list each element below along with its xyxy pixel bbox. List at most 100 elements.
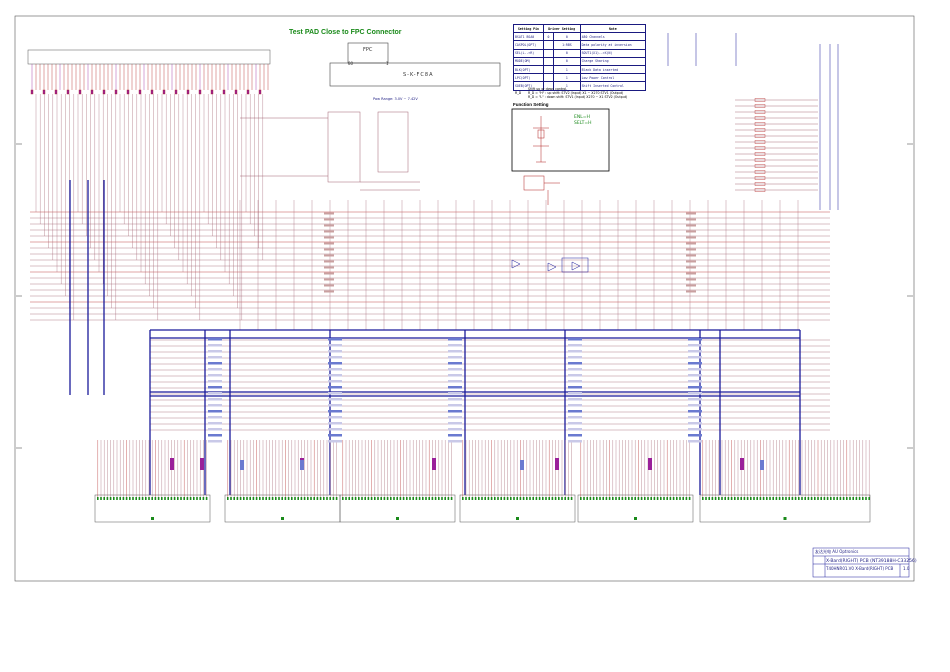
ic-pad [545,497,547,500]
ic-pad [425,497,427,500]
schematic-sheet [14,15,915,582]
net-label-tag [208,362,222,365]
ic-pad [141,497,144,500]
ic-pad [326,497,328,500]
net-label-tag [686,224,696,227]
pin-marker [30,89,34,95]
ic-pad [310,497,312,500]
net-label-tag [448,386,462,389]
ic-pad [205,497,208,500]
ic-pad [259,497,261,500]
violet-marker [170,458,174,470]
ic-pad [804,497,806,500]
ic-pad [471,497,474,500]
net-label-tag [568,374,582,377]
ic-pad [383,497,386,500]
ic-pad [323,497,325,500]
net-label-tag [208,422,222,425]
ic-pad [255,497,258,500]
blue-marker [300,460,304,470]
net-label-tag [688,398,702,401]
pin-marker [54,89,58,95]
ic-pad [281,497,283,500]
ic-pad [468,497,470,500]
ic-pad [332,497,335,500]
pin-marker [138,89,142,95]
net-label-tag [208,368,222,371]
blue-marker [520,460,524,470]
net-label-tag [688,416,702,419]
net-label-tag [328,368,342,371]
ic-pad [177,497,179,500]
ic-pad [868,497,870,500]
pin-marker [198,89,202,95]
net-label-tag [208,398,222,401]
net-label-tag [688,392,702,395]
ic-pad [734,497,736,500]
net-label-tag [568,338,582,341]
net-label-tag [686,212,696,215]
setting-row: BSAT1 BSA0 0 0 480 Channels [513,32,647,42]
setting-value-cell: 1:RBS [553,40,581,50]
ic-pad [364,497,366,500]
ic-pad [833,497,835,500]
setting-table: Setting Pin Driver Setting Note BSAT1 BS… [513,23,647,91]
ic-pad [487,497,490,500]
net-label-tag [208,350,222,353]
net-label-tag [208,356,222,359]
net-label-tag [448,440,462,443]
ic-pad [287,497,290,500]
pin-marker [114,89,118,95]
ic-pad [390,497,392,500]
setting-value-cell: 0 [553,56,581,66]
ic-pad [278,497,280,500]
ic-pad [688,497,691,500]
ic-pad [570,497,573,500]
ic-pad [558,497,560,500]
ic-pad [151,497,153,500]
ic-pad [119,497,121,500]
ic-pad [125,497,128,500]
ic-pad [839,497,842,500]
net-label-tag [208,428,222,431]
ic-pad [462,497,464,500]
pin-marker [126,89,130,95]
footnote-key: R_D [515,91,522,95]
net-label-tag [208,416,222,419]
ic-pad [145,497,147,500]
ic-pad [316,497,319,500]
net-label-tag [688,362,702,365]
ic-pad [705,497,707,500]
sheet-border [14,15,915,582]
ic-pad [319,497,322,500]
pin-marker [174,89,178,95]
ic-pad [561,497,563,500]
title-block-revision: 1.0 [903,566,910,571]
ic-pad [513,497,515,500]
net-label-tag [324,266,334,269]
ic-pad [116,497,118,500]
ic-pad [265,497,267,500]
setting-value-cell [542,64,555,75]
ic-pad [842,497,845,500]
setting-pin-cell: LPC(OPT) [513,73,544,83]
ic-pad [631,497,633,500]
net-label-tag [324,254,334,257]
right-top-components [667,33,839,210]
net-label-tag [208,404,222,407]
ic-pad [724,497,726,500]
ic-pad [730,497,733,500]
ic-pad [474,497,477,500]
net-label-tag [448,356,462,359]
net-label-tag [686,278,696,281]
ic-pad [399,497,402,500]
ic-ground-pad [634,517,637,520]
ic-pad [522,497,525,500]
ic-pad [291,497,293,500]
net-label-tag [686,272,696,275]
ic-pad [438,497,440,500]
ic-pad [788,497,790,500]
net-label-tag [328,374,342,377]
ic-pad [542,497,544,500]
pin-marker [210,89,214,95]
